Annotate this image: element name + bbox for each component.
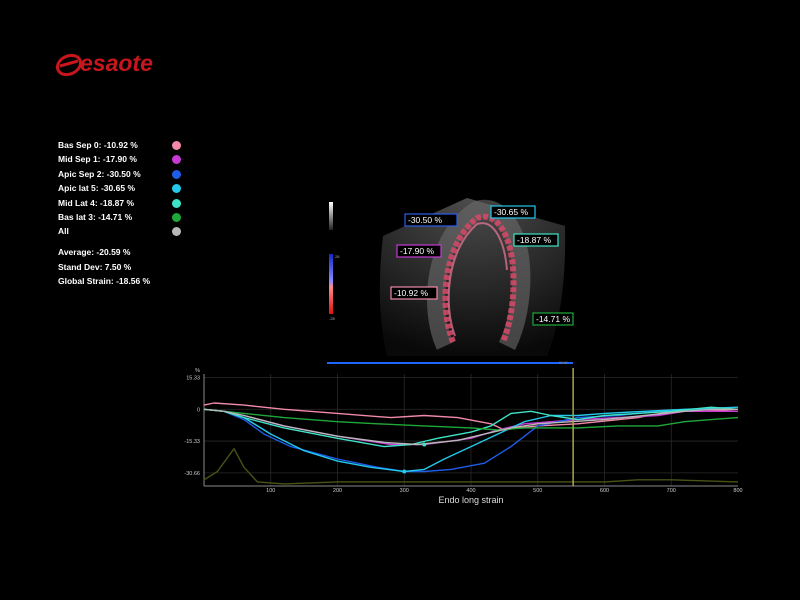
- segment-legend: Bas Sep 0: -10.92 % Mid Sep 1: -17.90 % Ap…: [58, 138, 188, 239]
- segment-strain-label: -10.92 %: [390, 286, 438, 300]
- x-axis-label: Endo long strain: [438, 495, 503, 505]
- strain-curve-chart: 15.33 0 -15.33 -30.66% 100 200 300 400 500 600 700…: [184, 368, 743, 505]
- legend-item[interactable]: Mid Lat 4: -18.87 %: [58, 196, 188, 210]
- segment-strain-label: -30.65 %: [490, 205, 536, 219]
- legend-color-dot[interactable]: [172, 198, 181, 208]
- grayscale-bar: [329, 202, 333, 230]
- legend-label: Apic lat 5: -30.65 %: [58, 183, 136, 194]
- legend-item[interactable]: Bas lat 3: -14.71 %: [58, 210, 188, 224]
- x-tick-label: 700: [667, 488, 676, 494]
- legend-color-dot[interactable]: [172, 212, 181, 222]
- legend-item[interactable]: Mid Sep 1: -17.90 %: [58, 152, 188, 166]
- legend-item[interactable]: All: [58, 224, 188, 238]
- segment-label-text: -10.92 %: [394, 288, 428, 298]
- legend-color-dot[interactable]: [172, 169, 181, 179]
- x-tick-label: 200: [333, 488, 342, 494]
- logo-wordmark: esaote: [80, 50, 153, 76]
- segment-strain-label: -14.71 %: [532, 312, 574, 326]
- legend-label: Mid Sep 1: -17.90 %: [58, 154, 137, 165]
- segment-strain-label: -18.87 %: [513, 233, 559, 247]
- segment-label-text: -17.90 %: [400, 246, 434, 256]
- legend-label: Apic Sep 2: -30.50 %: [58, 168, 141, 179]
- legend-item[interactable]: Bas Sep 0: -10.92 %: [58, 138, 188, 152]
- legend-label: Bas lat 3: -14.71 %: [58, 211, 133, 222]
- legend-color-dot[interactable]: [172, 155, 181, 165]
- x-end-label: 800: [733, 488, 742, 494]
- y-tick-label: -30.66: [184, 471, 200, 477]
- peak-point-marker: [402, 469, 407, 474]
- x-tick-label: 400: [466, 488, 475, 494]
- segment-label-text: -30.65 %: [494, 207, 528, 217]
- global-strain-value: Global Strain: -18.56 %: [58, 276, 151, 286]
- peak-point-marker: [422, 442, 427, 447]
- legend-item[interactable]: Apic lat 5: -30.65 %: [58, 181, 188, 195]
- y-axis-unit: %: [195, 368, 200, 374]
- echo-image: 28 -28 90.67 -30.50 %-30.65 %-17.90 %-18…: [327, 196, 575, 366]
- x-tick-label: 100: [266, 488, 275, 494]
- legend-item[interactable]: Apic Sep 2: -30.50 %: [58, 167, 188, 181]
- legend-label: Mid Lat 4: -18.87 %: [58, 197, 135, 208]
- stand-dev-value: Stand Dev: 7.50 %: [58, 261, 132, 272]
- legend-color-dot[interactable]: [172, 184, 181, 194]
- strain-color-scale: [329, 254, 333, 314]
- segment-strain-label: -30.50 %: [404, 213, 458, 227]
- strain-stats: Average: -20.59 % Stand Dev: 7.50 % Glob…: [58, 245, 150, 289]
- esaote-logo: esaote: [56, 50, 153, 77]
- legend-color-dot[interactable]: [172, 227, 181, 237]
- y-tick-label: -15.33: [184, 439, 200, 445]
- y-tick-label: 0: [197, 407, 200, 413]
- scale-bottom-label: -28: [329, 316, 336, 321]
- segment-label-text: -30.50 %: [408, 215, 442, 225]
- legend-label: All: [58, 226, 69, 237]
- x-tick-label: 300: [400, 488, 409, 494]
- average-value: Average: -20.59 %: [58, 247, 131, 257]
- y-tick-label: 15.33: [186, 375, 200, 381]
- x-tick-label: 500: [533, 488, 542, 494]
- x-tick-label: 600: [600, 488, 609, 494]
- legend-color-dot[interactable]: [172, 141, 181, 150]
- segment-label-text: -18.87 %: [517, 235, 551, 245]
- segment-label-text: -14.71 %: [536, 314, 570, 324]
- segment-strain-label: -17.90 %: [396, 244, 442, 258]
- scale-top-label: 28: [335, 254, 340, 259]
- legend-label: Bas Sep 0: -10.92 %: [58, 140, 138, 150]
